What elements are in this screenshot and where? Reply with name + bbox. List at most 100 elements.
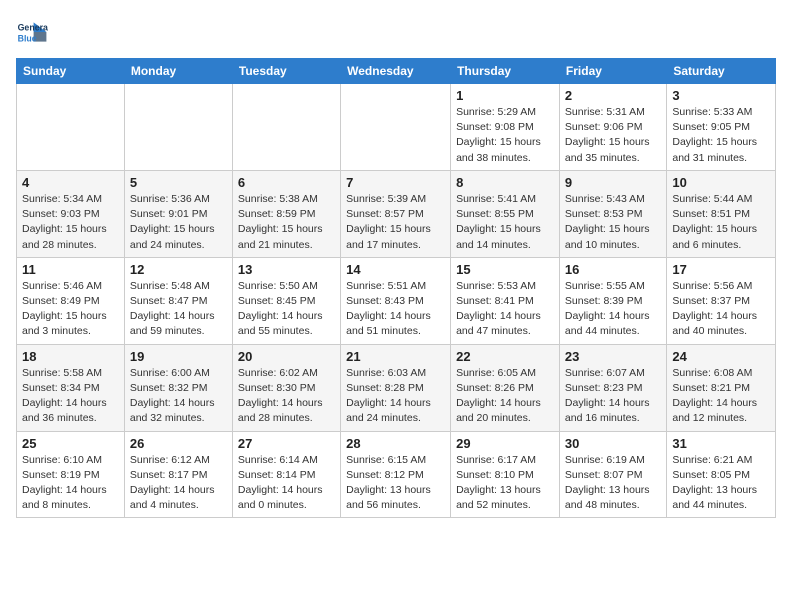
calendar-cell: 9 Sunrise: 5:43 AM Sunset: 8:53 PM Daylig… xyxy=(559,170,666,257)
calendar-week: 4 Sunrise: 5:34 AM Sunset: 9:03 PM Daylig… xyxy=(17,170,776,257)
calendar-cell xyxy=(341,84,451,171)
calendar-cell: 16 Sunrise: 5:55 AM Sunset: 8:39 PM Dayli… xyxy=(559,257,666,344)
day-info: Sunrise: 5:46 AM Sunset: 8:49 PM Dayligh… xyxy=(22,279,119,340)
logo-icon: General Blue xyxy=(16,16,48,48)
day-info: Sunrise: 5:48 AM Sunset: 8:47 PM Dayligh… xyxy=(130,279,227,340)
day-info: Sunrise: 6:14 AM Sunset: 8:14 PM Dayligh… xyxy=(238,453,335,514)
day-number: 18 xyxy=(22,349,119,364)
day-number: 4 xyxy=(22,175,119,190)
day-info: Sunrise: 6:17 AM Sunset: 8:10 PM Dayligh… xyxy=(456,453,554,514)
page-header: General Blue xyxy=(16,16,776,48)
day-number: 30 xyxy=(565,436,661,451)
calendar-body: 1 Sunrise: 5:29 AM Sunset: 9:08 PM Daylig… xyxy=(17,84,776,518)
day-number: 15 xyxy=(456,262,554,277)
day-number: 23 xyxy=(565,349,661,364)
day-number: 6 xyxy=(238,175,335,190)
calendar-cell: 15 Sunrise: 5:53 AM Sunset: 8:41 PM Dayli… xyxy=(451,257,560,344)
day-info: Sunrise: 6:19 AM Sunset: 8:07 PM Dayligh… xyxy=(565,453,661,514)
day-info: Sunrise: 5:50 AM Sunset: 8:45 PM Dayligh… xyxy=(238,279,335,340)
day-number: 24 xyxy=(672,349,770,364)
calendar-cell: 29Sunrise: 6:17 AM Sunset: 8:10 PM Dayli… xyxy=(451,431,560,518)
header-day: Wednesday xyxy=(341,59,451,84)
calendar-week: 25 Sunrise: 6:10 AM Sunset: 8:19 PM Dayli… xyxy=(17,431,776,518)
calendar-cell: 30 Sunrise: 6:19 AM Sunset: 8:07 PM Dayli… xyxy=(559,431,666,518)
day-number: 7 xyxy=(346,175,445,190)
day-info: Sunrise: 6:03 AM Sunset: 8:28 PM Dayligh… xyxy=(346,366,445,427)
day-info: Sunrise: 6:12 AM Sunset: 8:17 PM Dayligh… xyxy=(130,453,227,514)
calendar-header: SundayMondayTuesdayWednesdayThursdayFrid… xyxy=(17,59,776,84)
day-info: Sunrise: 5:43 AM Sunset: 8:53 PM Dayligh… xyxy=(565,192,661,253)
day-info: Sunrise: 5:55 AM Sunset: 8:39 PM Dayligh… xyxy=(565,279,661,340)
day-info: Sunrise: 6:10 AM Sunset: 8:19 PM Dayligh… xyxy=(22,453,119,514)
header-day: Friday xyxy=(559,59,666,84)
logo: General Blue xyxy=(16,16,48,48)
day-info: Sunrise: 5:34 AM Sunset: 9:03 PM Dayligh… xyxy=(22,192,119,253)
calendar-cell: 22 Sunrise: 6:05 AM Sunset: 8:26 PM Dayli… xyxy=(451,344,560,431)
day-info: Sunrise: 5:31 AM Sunset: 9:06 PM Dayligh… xyxy=(565,105,661,166)
calendar-cell: 27 Sunrise: 6:14 AM Sunset: 8:14 PM Dayli… xyxy=(232,431,340,518)
day-number: 25 xyxy=(22,436,119,451)
calendar: SundayMondayTuesdayWednesdayThursdayFrid… xyxy=(16,58,776,518)
day-info: Sunrise: 5:58 AM Sunset: 8:34 PM Dayligh… xyxy=(22,366,119,427)
calendar-cell: 3 Sunrise: 5:33 AM Sunset: 9:05 PM Daylig… xyxy=(667,84,776,171)
day-number: 31 xyxy=(672,436,770,451)
header-day: Thursday xyxy=(451,59,560,84)
day-info: Sunrise: 5:56 AM Sunset: 8:37 PM Dayligh… xyxy=(672,279,770,340)
day-number: 27 xyxy=(238,436,335,451)
day-number: 17 xyxy=(672,262,770,277)
calendar-cell: 21 Sunrise: 6:03 AM Sunset: 8:28 PM Dayli… xyxy=(341,344,451,431)
day-number: 8 xyxy=(456,175,554,190)
day-number: 13 xyxy=(238,262,335,277)
day-number: 26 xyxy=(130,436,227,451)
day-info: Sunrise: 5:53 AM Sunset: 8:41 PM Dayligh… xyxy=(456,279,554,340)
calendar-cell: 31 Sunrise: 6:21 AM Sunset: 8:05 PM Dayli… xyxy=(667,431,776,518)
day-info: Sunrise: 5:39 AM Sunset: 8:57 PM Dayligh… xyxy=(346,192,445,253)
calendar-cell: 23Sunrise: 6:07 AM Sunset: 8:23 PM Dayli… xyxy=(559,344,666,431)
day-info: Sunrise: 5:44 AM Sunset: 8:51 PM Dayligh… xyxy=(672,192,770,253)
day-number: 9 xyxy=(565,175,661,190)
day-info: Sunrise: 6:00 AM Sunset: 8:32 PM Dayligh… xyxy=(130,366,227,427)
day-info: Sunrise: 5:29 AM Sunset: 9:08 PM Dayligh… xyxy=(456,105,554,166)
day-number: 1 xyxy=(456,88,554,103)
svg-text:General: General xyxy=(18,22,48,32)
calendar-cell: 25 Sunrise: 6:10 AM Sunset: 8:19 PM Dayli… xyxy=(17,431,125,518)
day-number: 14 xyxy=(346,262,445,277)
calendar-cell xyxy=(124,84,232,171)
day-number: 28 xyxy=(346,436,445,451)
calendar-cell: 19 Sunrise: 6:00 AM Sunset: 8:32 PM Dayli… xyxy=(124,344,232,431)
calendar-cell: 24 Sunrise: 6:08 AM Sunset: 8:21 PM Dayli… xyxy=(667,344,776,431)
calendar-cell: 10Sunrise: 5:44 AM Sunset: 8:51 PM Dayli… xyxy=(667,170,776,257)
calendar-cell: 13 Sunrise: 5:50 AM Sunset: 8:45 PM Dayli… xyxy=(232,257,340,344)
day-number: 21 xyxy=(346,349,445,364)
calendar-cell: 4 Sunrise: 5:34 AM Sunset: 9:03 PM Daylig… xyxy=(17,170,125,257)
calendar-cell: 18 Sunrise: 5:58 AM Sunset: 8:34 PM Dayli… xyxy=(17,344,125,431)
day-info: Sunrise: 5:36 AM Sunset: 9:01 PM Dayligh… xyxy=(130,192,227,253)
day-number: 12 xyxy=(130,262,227,277)
day-number: 19 xyxy=(130,349,227,364)
day-info: Sunrise: 5:33 AM Sunset: 9:05 PM Dayligh… xyxy=(672,105,770,166)
calendar-cell: 26 Sunrise: 6:12 AM Sunset: 8:17 PM Dayli… xyxy=(124,431,232,518)
day-number: 11 xyxy=(22,262,119,277)
calendar-cell xyxy=(17,84,125,171)
day-number: 3 xyxy=(672,88,770,103)
day-number: 2 xyxy=(565,88,661,103)
calendar-cell: 17 Sunrise: 5:56 AM Sunset: 8:37 PM Dayli… xyxy=(667,257,776,344)
day-info: Sunrise: 5:41 AM Sunset: 8:55 PM Dayligh… xyxy=(456,192,554,253)
calendar-cell: 7 Sunrise: 5:39 AM Sunset: 8:57 PM Daylig… xyxy=(341,170,451,257)
day-number: 20 xyxy=(238,349,335,364)
calendar-cell: 14 Sunrise: 5:51 AM Sunset: 8:43 PM Dayli… xyxy=(341,257,451,344)
day-number: 16 xyxy=(565,262,661,277)
day-info: Sunrise: 5:38 AM Sunset: 8:59 PM Dayligh… xyxy=(238,192,335,253)
day-info: Sunrise: 5:51 AM Sunset: 8:43 PM Dayligh… xyxy=(346,279,445,340)
day-info: Sunrise: 6:15 AM Sunset: 8:12 PM Dayligh… xyxy=(346,453,445,514)
day-info: Sunrise: 6:21 AM Sunset: 8:05 PM Dayligh… xyxy=(672,453,770,514)
day-info: Sunrise: 6:05 AM Sunset: 8:26 PM Dayligh… xyxy=(456,366,554,427)
calendar-cell: 5Sunrise: 5:36 AM Sunset: 9:01 PM Daylig… xyxy=(124,170,232,257)
calendar-cell: 8 Sunrise: 5:41 AM Sunset: 8:55 PM Daylig… xyxy=(451,170,560,257)
header-day: Sunday xyxy=(17,59,125,84)
calendar-week: 11 Sunrise: 5:46 AM Sunset: 8:49 PM Dayli… xyxy=(17,257,776,344)
header-day: Tuesday xyxy=(232,59,340,84)
header-day: Saturday xyxy=(667,59,776,84)
day-info: Sunrise: 6:08 AM Sunset: 8:21 PM Dayligh… xyxy=(672,366,770,427)
day-number: 22 xyxy=(456,349,554,364)
